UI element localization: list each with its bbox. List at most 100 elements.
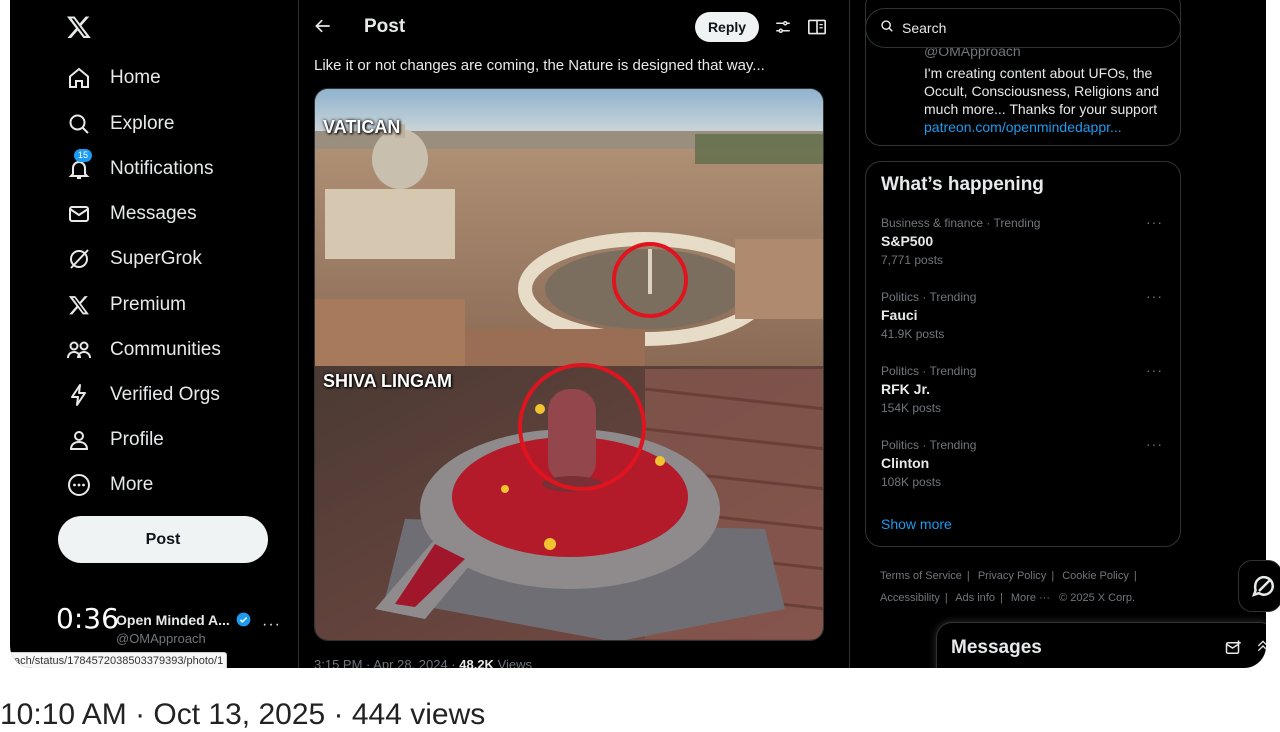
video-timer: 0:36 xyxy=(56,602,119,635)
footer-separator: | xyxy=(999,592,1003,604)
footer-links: Terms of Service | Privacy Policy | Cookie… xyxy=(880,565,1180,609)
search-input[interactable] xyxy=(902,20,1162,36)
x-logo-icon[interactable] xyxy=(66,14,96,44)
chevron-up-icon[interactable] xyxy=(1255,637,1266,660)
sidebar-item-home[interactable]: Home xyxy=(66,58,161,98)
more-circle-icon xyxy=(66,472,92,498)
panel-title: What’s happening xyxy=(881,174,1044,195)
copyright: © 2025 X Corp. xyxy=(1059,592,1136,604)
account-name: Open Minded A... xyxy=(116,612,230,628)
sidebar-item-supergrok[interactable]: SuperGrok xyxy=(66,239,202,279)
sidebar-item-label: SuperGrok xyxy=(110,248,202,269)
footer-link[interactable]: Ads info xyxy=(955,592,995,604)
reader-mode-icon[interactable] xyxy=(807,18,827,41)
trend-context: Politics · Trending xyxy=(881,438,977,452)
trend-item[interactable]: Politics · Trending Fauci 41.9K posts ··… xyxy=(866,288,1182,360)
show-more-link[interactable]: Show more xyxy=(881,516,952,532)
sidebar-item-notifications[interactable]: 15 Notifications xyxy=(66,149,214,189)
more-dots-icon[interactable]: ··· xyxy=(1146,362,1163,378)
messages-title: Messages xyxy=(951,637,1042,658)
more-dots-icon[interactable]: ··· xyxy=(1146,436,1163,452)
link-status-bar: ach/status/1784572038503379393/photo/1 xyxy=(10,652,228,668)
trend-item[interactable]: Business & finance · Trending S&P500 7,7… xyxy=(866,214,1182,286)
reply-button[interactable]: Reply xyxy=(695,12,759,42)
x-logo-icon xyxy=(66,292,92,318)
search-icon xyxy=(880,19,894,38)
trend-context: Politics · Trending xyxy=(881,364,977,378)
footer-link[interactable]: Cookie Policy xyxy=(1062,570,1129,582)
sidebar-item-label: Notifications xyxy=(110,158,214,179)
sidebar-item-communities[interactable]: Communities xyxy=(66,330,221,370)
envelope-icon xyxy=(66,201,92,227)
sidebar-item-verified-orgs[interactable]: Verified Orgs xyxy=(66,375,220,415)
more-dots-icon[interactable]: ··· xyxy=(1146,288,1163,304)
browser-frame: Home Explore 15 Notifications Messages S… xyxy=(10,0,1266,668)
sidebar-item-label: Verified Orgs xyxy=(110,384,220,405)
sliders-icon[interactable] xyxy=(774,18,792,41)
notification-badge: 15 xyxy=(74,149,93,162)
bell-icon: 15 xyxy=(66,149,93,182)
footer-more[interactable]: More ··· xyxy=(1011,592,1050,604)
footer-separator: | xyxy=(944,592,948,604)
trend-name: Fauci xyxy=(881,307,918,323)
sidebar-item-premium[interactable]: Premium xyxy=(66,285,186,325)
trend-name: S&P500 xyxy=(881,233,934,249)
main-column: Post Reply Like it or not changes are co… xyxy=(298,0,850,668)
trend-name: Clinton xyxy=(881,455,930,471)
account-handle: @OMApproach xyxy=(116,631,206,646)
sidebar-item-label: Communities xyxy=(110,339,221,360)
grok-icon xyxy=(66,246,92,272)
home-icon xyxy=(66,65,92,91)
post-meta: 3:15 PM · Apr 28, 2024 · 48.2K Views xyxy=(314,657,532,668)
verified-badge-icon xyxy=(236,612,251,632)
account-switcher[interactable]: 0:36 Open Minded A... @OMApproach ··· xyxy=(56,602,286,652)
footer-link[interactable]: Accessibility xyxy=(880,592,940,604)
whats-happening-panel: What’s happening Business & finance · Tr… xyxy=(865,161,1181,547)
sidebar-item-more[interactable]: More xyxy=(66,465,153,505)
trend-count: 41.9K posts xyxy=(881,327,945,341)
compose-message-icon[interactable] xyxy=(1225,639,1243,662)
trend-name: RFK Jr. xyxy=(881,381,931,397)
trend-item[interactable]: Politics · Trending Clinton 108K posts ·… xyxy=(866,436,1182,508)
post-header: Post Reply xyxy=(299,8,851,48)
trend-count: 7,771 posts xyxy=(881,253,944,267)
post-button[interactable]: Post xyxy=(58,516,268,563)
footer-link[interactable]: Privacy Policy xyxy=(978,570,1046,582)
footer-separator: | xyxy=(1133,570,1137,582)
search-box[interactable] xyxy=(865,8,1181,48)
profile-link[interactable]: patreon.com/openmindedappr... xyxy=(924,119,1122,135)
views-count: 48.2K xyxy=(459,657,494,668)
sidebar-item-label: Home xyxy=(110,67,161,88)
caption-text: 10:10 AM · Oct 13, 2025 · 444 views xyxy=(0,698,486,731)
person-icon xyxy=(66,427,92,453)
lightning-icon xyxy=(66,382,92,408)
sidebar-item-profile[interactable]: Profile xyxy=(66,420,164,460)
image-label-vatican: VATICAN xyxy=(323,117,401,137)
post-image[interactable]: VATICAN SHIVA LINGAM xyxy=(314,88,824,641)
post-text: Like it or not changes are coming, the N… xyxy=(314,57,765,74)
profile-bio: I'm creating content about UFOs, the Occ… xyxy=(924,65,1160,117)
sidebar-item-label: Messages xyxy=(110,203,197,224)
sidebar-item-label: Explore xyxy=(110,113,175,134)
right-sidebar: @OMApproach I'm creating content about U… xyxy=(850,0,1266,668)
sidebar-item-explore[interactable]: Explore xyxy=(66,104,174,144)
more-dots-icon[interactable]: ··· xyxy=(1146,214,1163,230)
back-arrow-icon[interactable] xyxy=(313,16,335,38)
trend-item[interactable]: Politics · Trending RFK Jr. 154K posts ·… xyxy=(866,362,1182,434)
trend-context: Business & finance · Trending xyxy=(881,216,1041,230)
sidebar-item-messages[interactable]: Messages xyxy=(66,194,197,234)
footer-separator: | xyxy=(1051,570,1055,582)
trend-count: 108K posts xyxy=(881,475,942,489)
sidebar-nav: Home Explore 15 Notifications Messages S… xyxy=(10,0,298,668)
trend-count: 154K posts xyxy=(881,401,942,415)
image-label-shiva-lingam: SHIVA LINGAM xyxy=(323,371,452,391)
more-dots-icon[interactable]: ··· xyxy=(262,616,281,634)
footer-link[interactable]: Terms of Service xyxy=(880,570,962,582)
grok-floating-button[interactable] xyxy=(1238,560,1280,612)
trend-context: Politics · Trending xyxy=(881,290,977,304)
sidebar-item-label: More xyxy=(110,474,154,495)
sidebar-item-label: Premium xyxy=(110,294,187,315)
messages-drawer[interactable]: Messages xyxy=(936,622,1266,668)
search-icon xyxy=(66,111,92,137)
post-timestamp[interactable]: 3:15 PM · Apr 28, 2024 · xyxy=(314,657,459,668)
